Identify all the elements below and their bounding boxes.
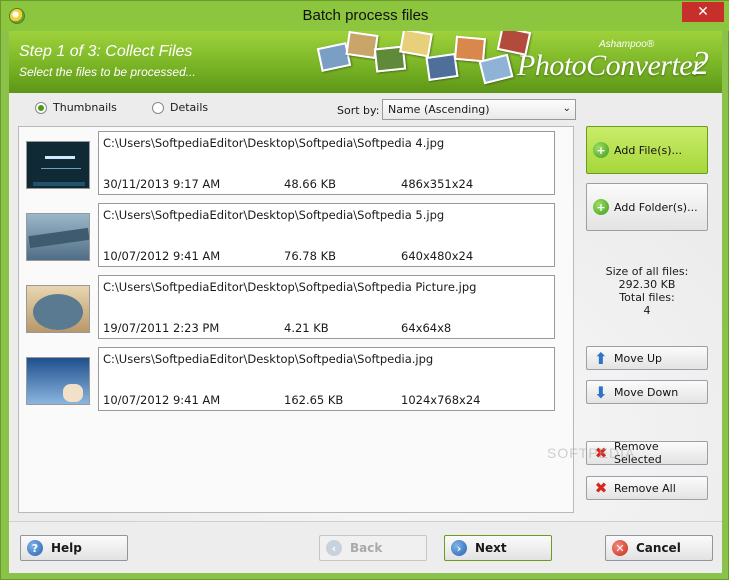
file-dimensions: 64x64x8	[401, 321, 452, 335]
cancel-label: Cancel	[636, 541, 681, 555]
file-info: C:\Users\SoftpediaEditor\Desktop\Softped…	[98, 275, 555, 339]
arrow-down-icon: ⬇	[594, 382, 608, 402]
step-title: Step 1 of 3: Collect Files	[19, 43, 193, 60]
add-files-button[interactable]: + Add File(s)...	[586, 126, 708, 174]
batch-process-window: Batch process files ✕ Step 1 of 3: Colle…	[0, 0, 729, 580]
plus-icon: +	[593, 142, 609, 158]
add-folder-button[interactable]: + Add Folder(s)...	[586, 183, 708, 231]
add-folder-label: Add Folder(s)...	[614, 200, 698, 214]
files-summary: Size of all files: 292.30 KB Total files…	[587, 265, 707, 317]
radio-selected-indicator	[35, 101, 47, 114]
move-up-button[interactable]: ⬆ Move Up	[586, 346, 708, 370]
file-item[interactable]: C:\Users\SoftpediaEditor\Desktop\Softped…	[23, 347, 560, 411]
file-thumbnail	[26, 213, 90, 261]
file-dimensions: 1024x768x24	[401, 393, 481, 407]
file-info: C:\Users\SoftpediaEditor\Desktop\Softped…	[98, 203, 555, 267]
file-info: C:\Users\SoftpediaEditor\Desktop\Softped…	[98, 347, 555, 411]
size-label: Size of all files:	[605, 265, 689, 278]
file-thumbnail	[26, 141, 90, 189]
file-date: 10/07/2012 9:41 AM	[103, 393, 221, 407]
file-item[interactable]: C:\Users\SoftpediaEditor\Desktop\Softped…	[23, 275, 560, 339]
add-files-label: Add File(s)...	[614, 143, 683, 157]
file-path: C:\Users\SoftpediaEditor\Desktop\Softped…	[103, 280, 477, 294]
brand-name: PhotoConverter	[517, 49, 704, 82]
radio-indicator	[152, 101, 164, 114]
cancel-button[interactable]: ✕ Cancel	[605, 535, 713, 561]
help-button[interactable]: ? Help	[20, 535, 128, 561]
sort-label: Sort by:	[337, 104, 380, 117]
watermark: SOFTPEDIA	[547, 445, 636, 461]
next-button[interactable]: › Next	[444, 535, 552, 561]
file-path: C:\Users\SoftpediaEditor\Desktop\Softped…	[103, 208, 445, 222]
file-size: 48.66 KB	[284, 177, 337, 191]
details-radio[interactable]: Details	[152, 101, 208, 114]
remove-x-icon: ✖	[594, 479, 608, 497]
plus-icon: +	[593, 199, 609, 215]
next-label: Next	[475, 541, 507, 555]
count-label: Total files:	[619, 291, 675, 304]
file-path: C:\Users\SoftpediaEditor\Desktop\Softped…	[103, 136, 445, 150]
file-list[interactable]: C:\Users\SoftpediaEditor\Desktop\Softped…	[18, 126, 574, 513]
back-label: Back	[350, 541, 383, 555]
wizard-footer: ? Help ‹ Back › Next ✕ Cancel	[9, 522, 722, 573]
file-path: C:\Users\SoftpediaEditor\Desktop\Softped…	[103, 352, 434, 366]
remove-all-button[interactable]: ✖ Remove All	[586, 476, 708, 500]
file-dimensions: 640x480x24	[401, 249, 474, 263]
file-thumbnail	[26, 285, 90, 333]
title-bar: Batch process files ✕	[1, 1, 729, 31]
details-label: Details	[170, 101, 209, 114]
thumbnails-radio[interactable]: Thumbnails	[35, 101, 117, 114]
file-size: 4.21 KB	[284, 321, 329, 335]
file-date: 30/11/2013 9:17 AM	[103, 177, 221, 191]
file-size: 76.78 KB	[284, 249, 337, 263]
next-arrow-icon: ›	[451, 540, 467, 556]
wizard-banner: Step 1 of 3: Collect Files Select the fi…	[9, 31, 722, 93]
size-value: 292.30 KB	[618, 278, 676, 291]
file-thumbnail	[26, 357, 90, 405]
file-date: 19/07/2011 2:23 PM	[103, 321, 220, 335]
help-icon: ?	[27, 540, 43, 556]
close-button[interactable]: ✕	[682, 2, 724, 22]
window-title: Batch process files	[302, 7, 429, 24]
collect-files-panel: Thumbnails Details Sort by: Name (Ascend…	[9, 93, 722, 521]
sort-dropdown[interactable]: Name (Ascending) ⌄	[382, 99, 576, 120]
file-item[interactable]: C:\Users\SoftpediaEditor\Desktop\Softped…	[23, 203, 560, 267]
file-info: C:\Users\SoftpediaEditor\Desktop\Softped…	[98, 131, 555, 195]
file-dimensions: 486x351x24	[401, 177, 474, 191]
banner-photo-collage	[309, 31, 532, 93]
move-down-button[interactable]: ⬇ Move Down	[586, 380, 708, 404]
back-button[interactable]: ‹ Back	[319, 535, 427, 561]
file-date: 10/07/2012 9:41 AM	[103, 249, 221, 263]
remove-all-label: Remove All	[614, 481, 676, 495]
cancel-icon: ✕	[612, 540, 628, 556]
sort-value: Name (Ascending)	[388, 103, 490, 116]
move-up-label: Move Up	[614, 351, 663, 365]
count-value: 4	[643, 304, 651, 317]
help-label: Help	[51, 541, 82, 555]
step-subtitle: Select the files to be processed...	[19, 65, 196, 79]
arrow-up-icon: ⬆	[594, 348, 608, 368]
back-arrow-icon: ‹	[326, 540, 342, 556]
brand-version: 2	[692, 45, 709, 82]
file-item[interactable]: C:\Users\SoftpediaEditor\Desktop\Softped…	[23, 131, 560, 195]
thumbnails-label: Thumbnails	[53, 101, 117, 114]
chevron-down-icon: ⌄	[562, 103, 571, 114]
file-size: 162.65 KB	[284, 393, 344, 407]
move-down-label: Move Down	[614, 385, 679, 399]
